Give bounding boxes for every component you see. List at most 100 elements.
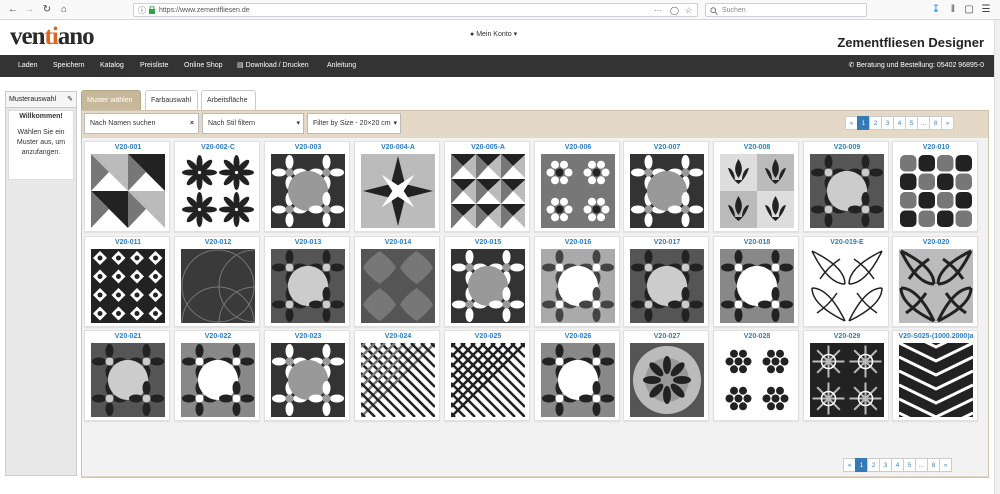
tile-code[interactable]: V20-026 — [535, 333, 621, 340]
tile-code[interactable]: V20-020 — [893, 239, 979, 246]
home-icon[interactable]: ⌂ — [57, 3, 71, 17]
tile-card[interactable]: V20-011 — [84, 236, 170, 327]
tile-preview[interactable] — [541, 249, 615, 323]
tile-card[interactable]: V20-004-A — [354, 141, 440, 232]
tile-preview[interactable] — [271, 343, 345, 417]
nav-item-katalog[interactable]: Katalog — [100, 55, 124, 77]
tile-card[interactable]: V20-023 — [264, 330, 350, 421]
tile-card[interactable]: V20-009 — [803, 141, 889, 232]
tab-farbauswahl[interactable]: Farbauswahl — [145, 90, 198, 110]
tile-card[interactable]: V20-014 — [354, 236, 440, 327]
tile-code[interactable]: V20-007 — [624, 144, 710, 151]
page-actions-icon[interactable]: ··· — [654, 5, 662, 16]
tile-card[interactable]: V20-003 — [264, 141, 350, 232]
tile-preview[interactable] — [451, 249, 525, 323]
pencil-icon[interactable]: ✎ — [67, 92, 73, 108]
style-filter-select[interactable]: Nach Stil filtern ▾ — [202, 113, 304, 134]
tile-code[interactable]: V20-025 — [445, 333, 531, 340]
tile-preview[interactable] — [91, 343, 165, 417]
tile-card[interactable]: V20-S025-(1000.2000)a — [892, 330, 978, 421]
tile-card[interactable]: V20-001 — [84, 141, 170, 232]
size-filter-select[interactable]: Filter by Size - 20×20 cm ▾ — [307, 113, 401, 134]
tile-card[interactable]: V20-021 — [84, 330, 170, 421]
nav-item-anleitung[interactable]: Anleitung — [327, 55, 356, 77]
tile-code[interactable]: V20-013 — [265, 239, 351, 246]
tile-code[interactable]: V20-024 — [355, 333, 441, 340]
account-menu[interactable]: ● Mein Konto ▾ — [470, 30, 517, 38]
nav-item-speichern[interactable]: Speichern — [53, 55, 85, 77]
menu-icon[interactable]: ☰ — [979, 3, 993, 17]
tile-code[interactable]: V20-022 — [175, 333, 261, 340]
tile-card[interactable]: V20-024 — [354, 330, 440, 421]
tile-preview[interactable] — [899, 154, 973, 228]
tile-code[interactable]: V20-005-A — [445, 144, 531, 151]
tile-code[interactable]: V20-023 — [265, 333, 351, 340]
tile-code[interactable]: V20-003 — [265, 144, 351, 151]
tile-code[interactable]: V20-004-A — [355, 144, 441, 151]
tile-card[interactable]: V20-019-E — [803, 236, 889, 327]
tile-card[interactable]: V20-008 — [713, 141, 799, 232]
tile-card[interactable]: V20-016 — [534, 236, 620, 327]
tile-preview[interactable] — [899, 343, 973, 417]
tile-preview[interactable] — [630, 154, 704, 228]
library-icon[interactable]: ‖ — [946, 3, 960, 17]
tile-preview[interactable] — [181, 249, 255, 323]
tile-card[interactable]: V20-006 — [534, 141, 620, 232]
nav-item-online-shop[interactable]: Online Shop — [184, 55, 223, 77]
tile-code[interactable]: V20-001 — [85, 144, 171, 151]
tile-code[interactable]: V20-019-E — [804, 239, 890, 246]
tile-card[interactable]: V20-005-A — [444, 141, 530, 232]
downloads-icon[interactable]: ↧ — [929, 3, 943, 17]
page-link[interactable]: » — [941, 116, 954, 130]
tile-card[interactable]: V20-028 — [713, 330, 799, 421]
tile-code[interactable]: V20-006 — [535, 144, 621, 151]
tile-preview[interactable] — [630, 249, 704, 323]
tile-card[interactable]: V20-010 — [892, 141, 978, 232]
tile-preview[interactable] — [361, 343, 435, 417]
tile-code[interactable]: V20-015 — [445, 239, 531, 246]
tile-preview[interactable] — [541, 154, 615, 228]
logo[interactable]: ventiano — [10, 22, 95, 52]
tile-preview[interactable] — [181, 343, 255, 417]
scrollbar[interactable] — [994, 20, 1000, 494]
tile-card[interactable]: V20-022 — [174, 330, 260, 421]
tile-card[interactable]: V20-027 — [623, 330, 709, 421]
page-link[interactable]: » — [939, 458, 952, 472]
tile-preview[interactable] — [181, 154, 255, 228]
tile-code[interactable]: V20-012 — [175, 239, 261, 246]
tile-preview[interactable] — [451, 343, 525, 417]
search-bar[interactable]: Suchen — [705, 3, 867, 17]
tile-preview[interactable] — [810, 154, 884, 228]
address-bar[interactable]: ⓘ https://www.zementfliesen.de ··· ◯ ☆ — [133, 3, 698, 17]
tile-card[interactable]: V20-002-C — [174, 141, 260, 232]
tile-preview[interactable] — [451, 154, 525, 228]
tile-code[interactable]: V20-017 — [624, 239, 710, 246]
tile-preview[interactable] — [361, 154, 435, 228]
tile-code[interactable]: V20-027 — [624, 333, 710, 340]
tile-preview[interactable] — [810, 343, 884, 417]
tile-code[interactable]: V20-009 — [804, 144, 890, 151]
tile-code[interactable]: V20-028 — [714, 333, 800, 340]
tile-preview[interactable] — [899, 249, 973, 323]
reload-icon[interactable]: ↻ — [40, 3, 54, 17]
tile-card[interactable]: V20-029 — [803, 330, 889, 421]
tab-arbeitsflaeche[interactable]: Arbeitsfläche — [201, 90, 256, 110]
forward-icon[interactable]: → — [22, 3, 36, 17]
pocket-icon[interactable]: ◯ — [670, 5, 679, 16]
tile-preview[interactable] — [91, 154, 165, 228]
tile-code[interactable]: V20-010 — [893, 144, 979, 151]
tile-code[interactable]: V20-016 — [535, 239, 621, 246]
tile-preview[interactable] — [271, 154, 345, 228]
tile-code[interactable]: V20-011 — [85, 239, 171, 246]
tile-preview[interactable] — [630, 343, 704, 417]
nav-item-laden[interactable]: Laden — [18, 55, 37, 77]
info-icon[interactable]: ⓘ — [138, 5, 146, 16]
back-icon[interactable]: ← — [6, 3, 20, 17]
tile-card[interactable]: V20-018 — [713, 236, 799, 327]
tile-card[interactable]: V20-020 — [892, 236, 978, 327]
tile-card[interactable]: V20-007 — [623, 141, 709, 232]
tile-card[interactable]: V20-026 — [534, 330, 620, 421]
tile-card[interactable]: V20-025 — [444, 330, 530, 421]
nav-item-preisliste[interactable]: Preisliste — [140, 55, 168, 77]
tile-preview[interactable] — [91, 249, 165, 323]
